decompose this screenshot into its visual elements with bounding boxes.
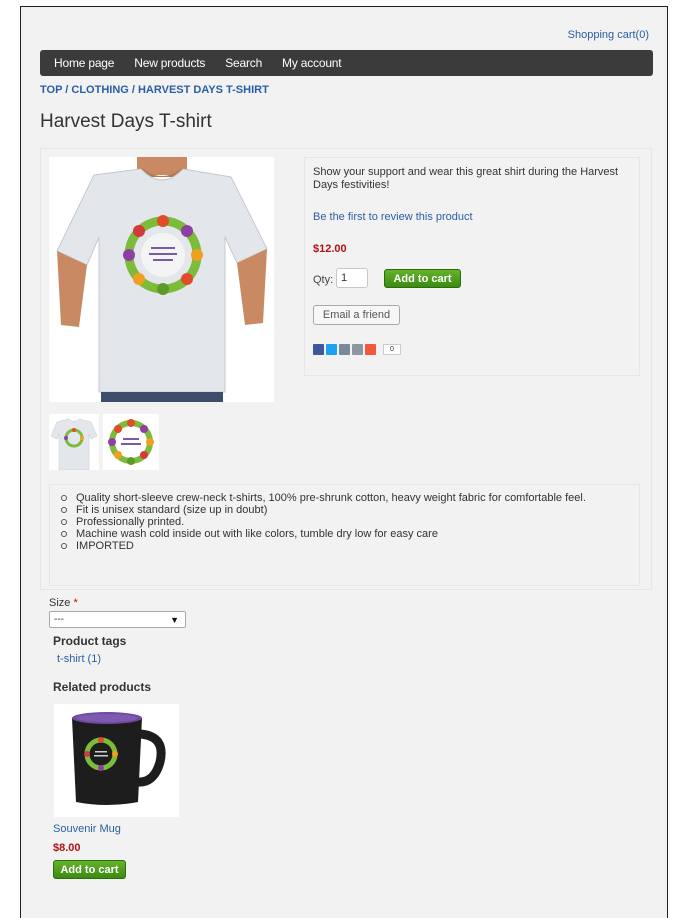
print-icon[interactable] xyxy=(339,344,350,355)
page-title: Harvest Days T-shirt xyxy=(40,111,212,132)
qty-input[interactable] xyxy=(336,268,368,288)
thumbnail-tshirt[interactable] xyxy=(49,414,99,471)
feature-item: Fit is unisex standard (size up in doubt… xyxy=(56,504,636,516)
tag-link[interactable]: t-shirt (1) xyxy=(57,653,101,665)
breadcrumb[interactable]: TOP / CLOTHING / HARVEST DAYS T-SHIRT xyxy=(40,84,269,96)
nav-home-page[interactable]: Home page xyxy=(54,56,114,70)
email-a-friend-button[interactable]: Email a friend xyxy=(313,305,400,325)
product-price: $12.00 xyxy=(313,243,347,255)
related-product-name[interactable]: Souvenir Mug xyxy=(53,823,121,835)
related-add-to-cart-button[interactable]: Add to cart xyxy=(53,860,126,879)
email-icon[interactable] xyxy=(352,344,363,355)
size-select-value: --- xyxy=(54,614,64,625)
feature-item: IMPORTED xyxy=(56,540,636,552)
page-frame: Shopping cart(0) Home page New products … xyxy=(20,6,668,918)
product-description: Show your support and wear this great sh… xyxy=(313,166,619,191)
product-tags-title: Product tags xyxy=(53,634,127,648)
features-list: Quality short-sleeve crew-neck t-shirts,… xyxy=(56,492,636,552)
feature-item: Quality short-sleeve crew-neck t-shirts,… xyxy=(56,492,636,504)
size-label-text: Size xyxy=(49,597,71,609)
more-share-icon[interactable] xyxy=(365,344,376,355)
share-count: 0 xyxy=(383,344,401,355)
share-toolbar: 0 xyxy=(313,344,401,355)
add-to-cart-button[interactable]: Add to cart xyxy=(384,269,461,288)
related-products-title: Related products xyxy=(53,680,152,694)
chevron-down-icon: ▼ xyxy=(170,614,179,625)
related-product-image[interactable] xyxy=(54,704,179,817)
shopping-cart-link[interactable]: Shopping cart(0) xyxy=(568,29,649,41)
review-link[interactable]: Be the first to review this product xyxy=(313,211,473,223)
size-label: Size * xyxy=(49,597,78,609)
related-product-price: $8.00 xyxy=(53,842,81,854)
qty-label: Qty: xyxy=(313,274,334,286)
twitter-icon[interactable] xyxy=(326,344,337,355)
thumbnail-wreath[interactable] xyxy=(103,414,159,470)
feature-item: Professionally printed. xyxy=(56,516,636,528)
size-select[interactable]: --- ▼ xyxy=(49,611,186,628)
feature-item: Machine wash cold inside out with like c… xyxy=(56,528,636,540)
facebook-icon[interactable] xyxy=(313,344,324,355)
required-mark: * xyxy=(73,597,78,609)
nav-new-products[interactable]: New products xyxy=(134,56,205,70)
product-main-image[interactable] xyxy=(49,157,274,402)
nav-search[interactable]: Search xyxy=(225,56,262,70)
nav-my-account[interactable]: My account xyxy=(282,56,342,70)
main-navbar: Home page New products Search My account xyxy=(40,50,653,76)
